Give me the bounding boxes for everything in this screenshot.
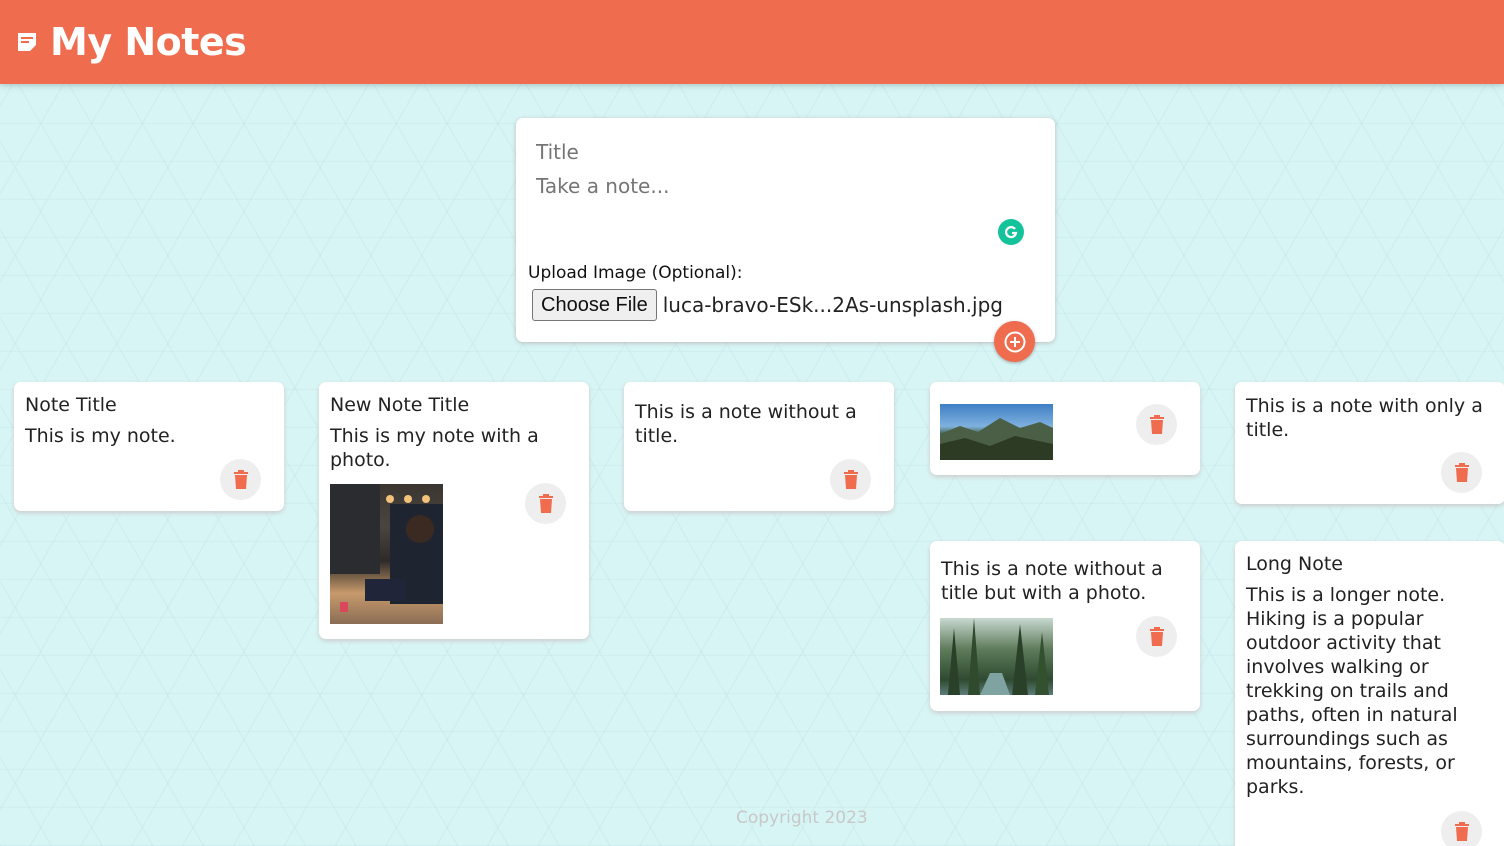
note-content: This is a note without a title.	[635, 401, 857, 447]
choose-file-button[interactable]: Choose File	[532, 289, 657, 321]
trash-icon	[1454, 821, 1469, 841]
copyright-text: Copyright 2023	[736, 808, 868, 828]
note-content: This is my note with a photo.	[330, 425, 539, 471]
note-composer: Upload Image (Optional): Choose File luc…	[516, 118, 1055, 342]
delete-button[interactable]	[525, 483, 566, 524]
trash-icon	[1149, 414, 1164, 434]
delete-button[interactable]	[1136, 404, 1177, 445]
delete-button[interactable]	[1136, 616, 1177, 657]
app-title: My Notes	[50, 20, 247, 64]
note-photo	[330, 484, 443, 624]
note-card	[930, 382, 1200, 475]
note-title: Note Title	[25, 394, 117, 416]
add-circle-icon	[1004, 331, 1025, 352]
add-note-button[interactable]	[994, 321, 1035, 362]
trash-icon	[233, 469, 248, 489]
sticky-note-icon	[16, 31, 38, 53]
delete-button[interactable]	[1441, 811, 1482, 846]
trash-icon	[1149, 626, 1164, 646]
note-title: Long Note	[1246, 553, 1343, 575]
note-card: This is a note without a title but with …	[930, 541, 1200, 711]
note-content-input[interactable]	[536, 174, 1035, 234]
delete-button[interactable]	[1441, 452, 1482, 493]
note-photo	[940, 618, 1053, 695]
note-content: This is a longer note. Hiking is a popul…	[1246, 584, 1458, 798]
trash-icon	[843, 469, 858, 489]
note-photo	[940, 404, 1053, 460]
note-content: This is a note with only a title.	[1246, 395, 1483, 441]
trash-icon	[538, 493, 553, 513]
delete-button[interactable]	[830, 459, 871, 500]
note-card: This is a note without a title.	[624, 382, 894, 511]
note-card: Long Note This is a longer note. Hiking …	[1235, 541, 1504, 846]
footer: Copyright 2023	[736, 808, 868, 828]
grammarly-icon[interactable]	[998, 219, 1024, 245]
note-card: New Note Title This is my note with a ph…	[319, 382, 589, 639]
file-input[interactable]: Choose File luca-bravo-ESk...2As-unsplas…	[532, 289, 1003, 321]
upload-image-label: Upload Image (Optional):	[528, 263, 743, 283]
trash-icon	[1454, 462, 1469, 482]
title-input[interactable]	[536, 136, 1035, 168]
selected-file-name: luca-bravo-ESk...2As-unsplash.jpg	[662, 293, 1003, 317]
note-card: Note Title This is my note.	[14, 382, 284, 511]
delete-button[interactable]	[220, 459, 261, 500]
app-header: My Notes	[0, 0, 1504, 84]
note-title: New Note Title	[330, 394, 470, 416]
note-content: This is my note.	[25, 425, 176, 447]
note-content: This is a note without a title but with …	[941, 558, 1163, 604]
note-card: This is a note with only a title.	[1235, 382, 1504, 504]
